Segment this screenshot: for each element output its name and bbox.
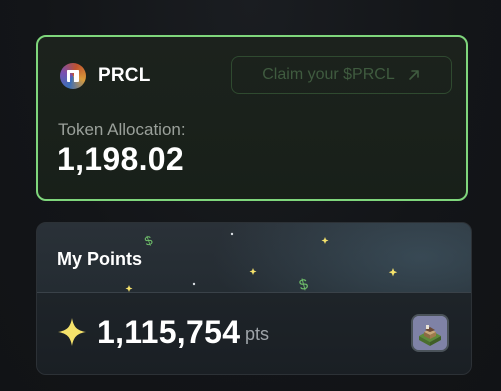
sparkle-icon (58, 318, 86, 346)
token-allocation-card: PRCL Claim your $PRCL Token Allocation: … (36, 35, 468, 201)
my-points-card: $ $ My Points 1,115,754 pts (36, 222, 472, 375)
building-illustration (413, 316, 447, 350)
points-unit: pts (245, 324, 270, 344)
building-avatar-icon[interactable] (411, 314, 449, 352)
svg-text:$: $ (297, 275, 310, 293)
points-value: 1,115,754 (97, 314, 241, 350)
arrow-up-right-icon (408, 70, 419, 80)
prcl-logo-icon (60, 63, 86, 89)
page: PRCL Claim your $PRCL Token Allocation: … (0, 0, 501, 391)
svg-text:$: $ (143, 232, 156, 249)
my-points-title: My Points (57, 249, 143, 269)
claim-button-label: Claim your $PRCL (262, 66, 395, 83)
token-name: PRCL (98, 65, 151, 86)
token-allocation-label: Token Allocation: (58, 120, 186, 139)
claim-token-button[interactable]: Claim your $PRCL (231, 56, 452, 94)
token-allocation-value: 1,198.02 (57, 141, 184, 177)
